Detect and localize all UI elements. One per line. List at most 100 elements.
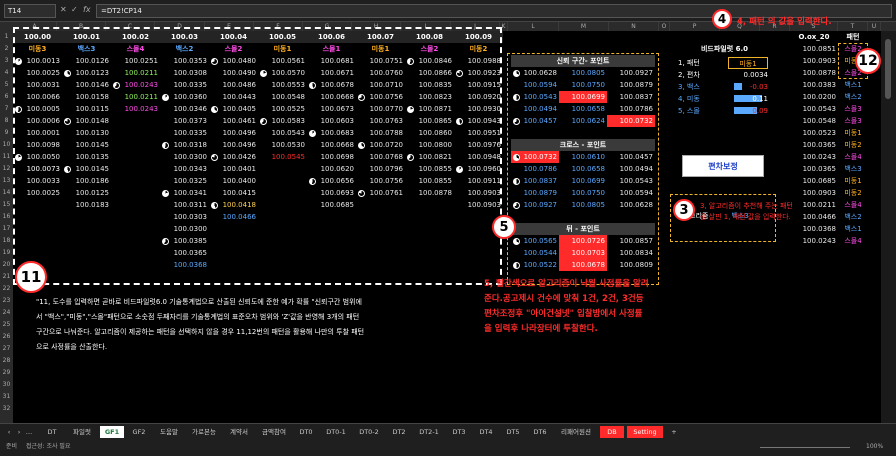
right-pattern-14[interactable]: 백스2 [838,211,868,223]
row-header-25[interactable]: 25 [0,319,13,331]
row-header-26[interactable]: 26 [0,331,13,343]
column-header-L[interactable]: L [508,22,559,31]
row-header-14[interactable]: 14 [0,187,13,199]
tab-more-icon[interactable]: … [24,426,34,438]
tab-계약서[interactable]: 계약서 [224,426,254,438]
deviation-correct-button[interactable]: 편차보정 [682,154,764,177]
tab-파일럿[interactable]: 파일럿 [67,426,97,438]
accessibility-status[interactable]: 접근성: 조사 필요 [26,438,70,456]
row-header-15[interactable]: 15 [0,199,13,211]
scroll-thumb[interactable] [885,39,891,99]
row-header-30[interactable]: 30 [0,379,13,391]
tab-DB[interactable]: DB [600,426,624,438]
tab-도움말[interactable]: 도움말 [154,426,184,438]
zoom-slider[interactable] [760,447,850,448]
row-header-11[interactable]: 11 [0,151,13,163]
right-value-13[interactable]: 100.0211 [790,199,838,211]
row-header-9[interactable]: 9 [0,127,13,139]
tab-DT2-1[interactable]: DT2-1 [414,426,444,438]
row-header-12[interactable]: 12 [0,163,13,175]
row-header-23[interactable]: 23 [0,295,13,307]
row-header-2[interactable]: 2 [0,43,13,55]
column-header-O[interactable]: O [659,22,670,31]
tab-DT0-2[interactable]: DT0-2 [354,426,384,438]
right-value-12[interactable]: 100.0903 [790,187,838,199]
right-pattern-16[interactable]: 스몰4 [838,235,868,247]
right-pattern-13[interactable]: 스몰4 [838,199,868,211]
tab-DT5[interactable]: DT5 [501,426,525,438]
tab-DT0-1[interactable]: DT0-1 [321,426,351,438]
tab-DT4[interactable]: DT4 [474,426,498,438]
row-header-8[interactable]: 8 [0,115,13,127]
tab-DT0[interactable]: DT0 [294,426,318,438]
tab-GF1[interactable]: GF1 [100,426,124,438]
right-value-11[interactable]: 100.0685 [790,175,838,187]
right-value-9[interactable]: 100.0243 [790,151,838,163]
right-pattern-7[interactable]: 미동1 [838,127,868,139]
tab-DT2[interactable]: DT2 [387,426,411,438]
row-header-20[interactable]: 20 [0,259,13,271]
right-pattern-10[interactable]: 백스3 [838,163,868,175]
row-header-18[interactable]: 18 [0,235,13,247]
right-value-10[interactable]: 100.0365 [790,163,838,175]
row-header-19[interactable]: 19 [0,247,13,259]
right-value-2[interactable]: 100.0878 [790,67,838,79]
row-header-27[interactable]: 27 [0,343,13,355]
row-header-5[interactable]: 5 [0,79,13,91]
row-header-28[interactable]: 28 [0,355,13,367]
right-value-7[interactable]: 100.0523 [790,127,838,139]
row-header-17[interactable]: 17 [0,223,13,235]
right-value-3[interactable]: 100.0383 [790,79,838,91]
right-pattern-4[interactable]: 백스2 [838,91,868,103]
right-value-8[interactable]: 100.0365 [790,139,838,151]
tab-DT6[interactable]: DT6 [528,426,552,438]
row-header-16[interactable]: 16 [0,211,13,223]
zoom-level[interactable]: 100% [866,438,883,456]
right-value-16[interactable]: 100.0243 [790,235,838,247]
right-pattern-12[interactable]: 미동2 [838,187,868,199]
cancel-icon[interactable]: ✕ [60,5,67,14]
tab-GF2[interactable]: GF2 [127,426,151,438]
vertical-scrollbar[interactable] [881,31,896,423]
tab-prev-icon[interactable]: ‹ [4,426,14,438]
right-value-1[interactable]: 100.0903 [790,55,838,67]
tab-DT[interactable]: DT [40,426,64,438]
tab-가로본능[interactable]: 가로본능 [187,426,221,438]
right-value-4[interactable]: 100.0200 [790,91,838,103]
column-header-M[interactable]: M [559,22,609,31]
row-header-1[interactable]: 1 [0,31,13,43]
right-value-15[interactable]: 100.0368 [790,223,838,235]
row-header-22[interactable]: 22 [0,283,13,295]
row-header-7[interactable]: 7 [0,103,13,115]
name-box[interactable]: T14 [4,4,56,18]
row-header-3[interactable]: 3 [0,55,13,67]
row-header-24[interactable]: 24 [0,307,13,319]
tab-+[interactable]: + [666,426,682,438]
tab-Setting[interactable]: Setting [627,426,663,438]
right-value-0[interactable]: 100.0851 [790,43,838,55]
row-header-4[interactable]: 4 [0,67,13,79]
right-pattern-6[interactable]: 스몰3 [838,115,868,127]
right-value-5[interactable]: 100.0543 [790,103,838,115]
row-header-21[interactable]: 21 [0,271,13,283]
right-pattern-5[interactable]: 스몰3 [838,103,868,115]
row-header-10[interactable]: 10 [0,139,13,151]
right-pattern-3[interactable]: 백스1 [838,79,868,91]
row-header-32[interactable]: 32 [0,403,13,415]
row-header-13[interactable]: 13 [0,175,13,187]
tab-DT3[interactable]: DT3 [447,426,471,438]
fx-icon[interactable]: fx [83,5,91,14]
right-pattern-11[interactable]: 미동1 [838,175,868,187]
tab-금액참여[interactable]: 금액참여 [257,426,291,438]
right-value-14[interactable]: 100.0466 [790,211,838,223]
row-header-6[interactable]: 6 [0,91,13,103]
right-pattern-8[interactable]: 미동2 [838,139,868,151]
right-value-6[interactable]: 100.0548 [790,115,838,127]
confirm-icon[interactable]: ✓ [71,5,78,14]
row-header-29[interactable]: 29 [0,367,13,379]
row-header-31[interactable]: 31 [0,391,13,403]
bidi-pattern-input[interactable]: 미동1 [728,57,768,69]
tab-리패어원션[interactable]: 리패어원션 [555,426,597,438]
spreadsheet-grid[interactable]: 100.00 100.01 100.02 100.03 100.04 100.05 100.… [13,9,881,423]
right-pattern-15[interactable]: 백스1 [838,223,868,235]
